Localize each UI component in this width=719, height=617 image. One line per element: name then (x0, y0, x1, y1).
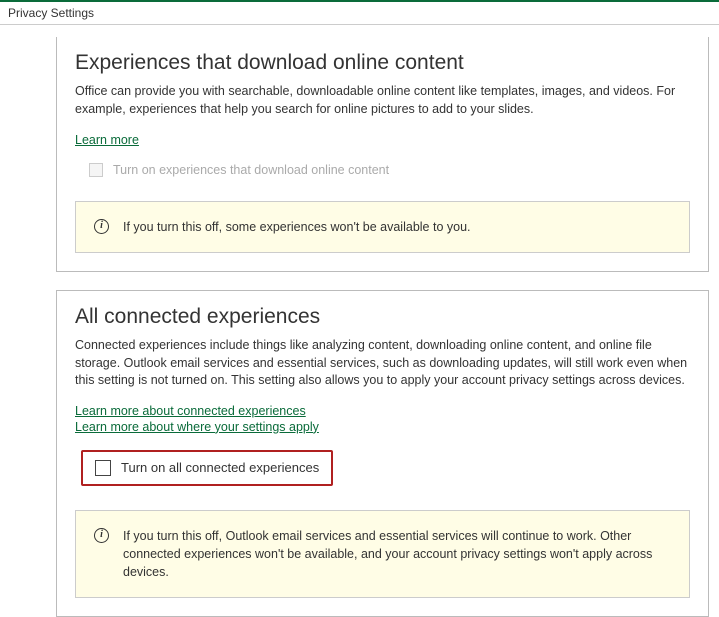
section-description: Connected experiences include things lik… (75, 337, 690, 390)
section-download-content: Experiences that download online content… (56, 37, 709, 272)
content-area: Experiences that download online content… (0, 25, 719, 539)
info-text: If you turn this off, Outlook email serv… (123, 527, 671, 581)
checkbox-icon (89, 163, 103, 177)
checkbox-all-connected[interactable]: Turn on all connected experiences (81, 450, 333, 486)
window-title: Privacy Settings (0, 2, 719, 25)
info-icon: i (94, 219, 109, 234)
section-description: Office can provide you with searchable, … (75, 83, 690, 118)
checkbox-label: Turn on experiences that download online… (113, 163, 389, 177)
section-all-connected: All connected experiences Connected expe… (56, 290, 709, 617)
section-title: Experiences that download online content (75, 51, 690, 75)
learn-more-connected-link[interactable]: Learn more about connected experiences (75, 404, 690, 418)
info-banner: i If you turn this off, some experiences… (75, 201, 690, 253)
checkbox-label: Turn on all connected experiences (121, 460, 319, 475)
checkbox-download-content: Turn on experiences that download online… (89, 163, 690, 177)
info-banner: i If you turn this off, Outlook email se… (75, 510, 690, 598)
learn-more-settings-apply-link[interactable]: Learn more about where your settings app… (75, 420, 690, 434)
checkbox-icon (95, 460, 111, 476)
info-text: If you turn this off, some experiences w… (123, 218, 471, 236)
learn-more-link[interactable]: Learn more (75, 133, 139, 147)
section-title: All connected experiences (75, 305, 690, 329)
info-icon: i (94, 528, 109, 543)
